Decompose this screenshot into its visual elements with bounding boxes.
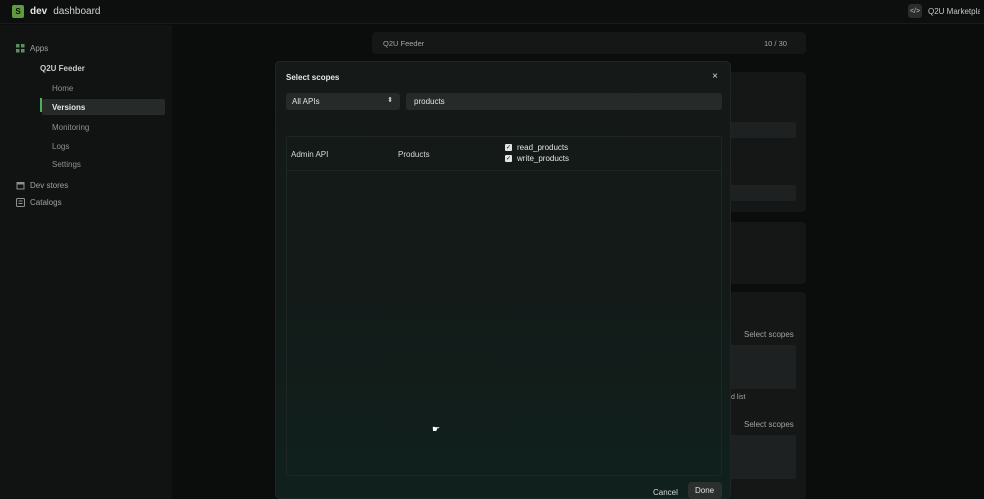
api-cell: Admin API	[291, 150, 329, 159]
scopes-textarea[interactable]	[720, 345, 796, 389]
sidebar	[0, 25, 172, 499]
background-helper-text: d list	[731, 394, 746, 401]
top-bar: S dev dashboard </> Q2U Marketplace	[0, 0, 984, 24]
select-scopes-link[interactable]: Select scopes	[744, 330, 794, 339]
scopes-table: Admin API Products ✓ read_products ✓ wri…	[286, 136, 722, 476]
checkmark-icon: ✓	[505, 155, 512, 162]
marketplace-label: Q2U Marketplace	[928, 6, 980, 16]
app-title: Q2U Feeder	[383, 39, 425, 48]
mouse-cursor-icon: ☛	[432, 424, 441, 434]
select-scopes-link[interactable]: Select scopes	[744, 420, 794, 429]
sidebar-item-monitoring[interactable]: Monitoring	[52, 123, 89, 132]
catalog-icon	[16, 198, 25, 207]
api-filter-value: All APIs	[292, 97, 320, 106]
background-field	[720, 122, 796, 138]
sidebar-item-versions[interactable]: Versions	[52, 103, 85, 112]
scopes-textarea[interactable]	[720, 435, 796, 479]
checkmark-icon: ✓	[505, 144, 512, 151]
done-button[interactable]: Done	[688, 482, 722, 499]
sidebar-item-label: Apps	[30, 44, 49, 53]
sidebar-item-logs[interactable]: Logs	[52, 142, 69, 151]
sidebar-item-settings[interactable]: Settings	[52, 160, 81, 169]
brand-bold: dev	[30, 6, 48, 17]
close-icon[interactable]: ×	[712, 71, 718, 82]
shopify-logo-icon: S	[12, 5, 24, 18]
sidebar-item-dev-stores[interactable]: Dev stores	[16, 181, 68, 190]
background-card-1	[720, 72, 806, 212]
version-count: 10 / 30	[764, 39, 787, 48]
cancel-button[interactable]: Cancel	[653, 488, 678, 497]
sidebar-active-indicator	[40, 98, 42, 112]
scope-checkbox-read-products[interactable]: ✓ read_products	[505, 143, 568, 152]
code-icon: </>	[908, 4, 922, 18]
store-icon	[16, 181, 25, 190]
select-scopes-modal: Select scopes × All APIs ⬍ Admin API Pro…	[275, 61, 731, 499]
brand[interactable]: S dev dashboard	[12, 5, 101, 18]
select-arrows-icon: ⬍	[387, 97, 393, 104]
resource-cell: Products	[398, 150, 430, 159]
sidebar-item-catalogs[interactable]: Catalogs	[16, 198, 62, 207]
sidebar-item-label: Catalogs	[30, 198, 62, 207]
modal-title: Select scopes	[286, 73, 340, 82]
brand-light: dashboard	[53, 6, 101, 17]
background-card-2	[720, 222, 806, 284]
sidebar-item-apps[interactable]: Apps	[16, 44, 48, 53]
apps-icon	[16, 44, 25, 53]
scope-search-input[interactable]	[406, 93, 722, 110]
scope-label: write_products	[517, 154, 570, 163]
background-field	[720, 185, 796, 201]
sidebar-item-home[interactable]: Home	[52, 84, 73, 93]
scope-label: read_products	[517, 143, 569, 152]
row-divider	[287, 170, 721, 171]
scope-checkbox-write-products[interactable]: ✓ write_products	[505, 154, 569, 163]
sidebar-item-label: Dev stores	[30, 181, 69, 190]
marketplace-switcher[interactable]: </> Q2U Marketplace	[908, 4, 980, 18]
sidebar-app-q2u-feeder[interactable]: Q2U Feeder	[40, 64, 85, 73]
api-filter-select[interactable]: All APIs ⬍	[286, 93, 400, 110]
app-header-card	[372, 32, 806, 54]
